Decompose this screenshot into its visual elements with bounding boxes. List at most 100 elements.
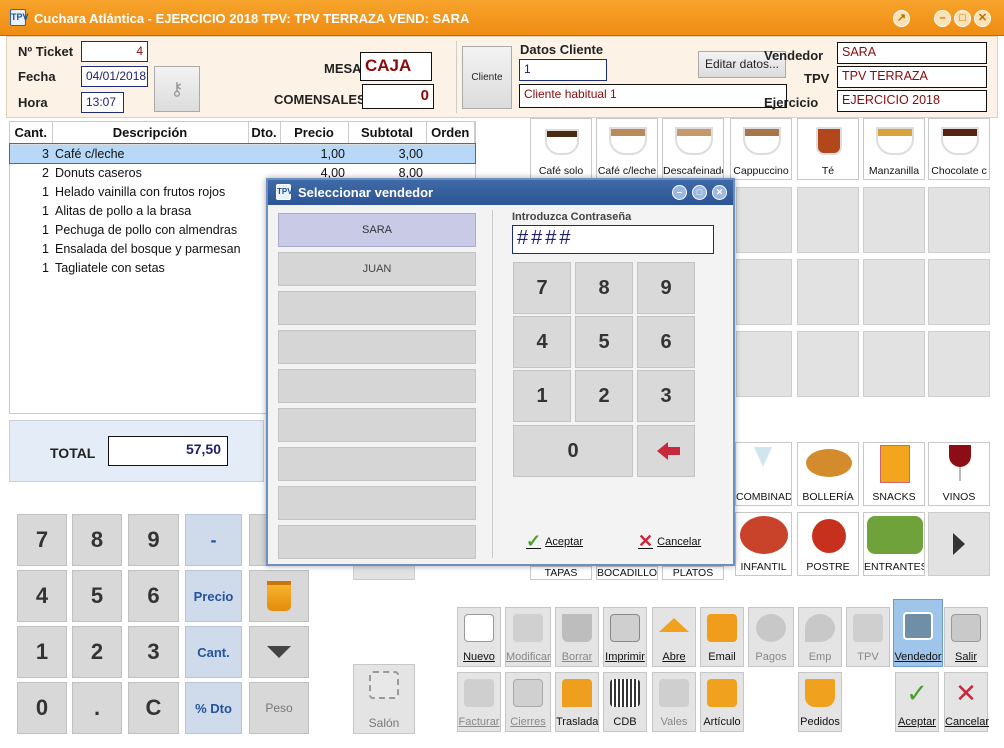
key-3[interactable]: 3 [128,626,179,678]
ticket-number-field[interactable]: 4 [81,41,148,62]
family-bocadillos[interactable]: BOCADILLOS [596,566,658,580]
col-subtotal[interactable]: Subtotal [348,122,427,145]
col-precio[interactable]: Precio [280,122,349,145]
key-2[interactable]: 2 [72,626,122,678]
product-te[interactable]: Té [797,118,859,180]
product-slot[interactable] [736,331,792,397]
dialog-close-button[interactable]: ✕ [712,185,727,200]
down-button[interactable] [249,626,309,678]
next-page-button[interactable] [928,512,990,576]
key-4[interactable]: 4 [17,570,67,622]
dialog-key-2[interactable]: 2 [575,370,633,422]
family-postre[interactable]: POSTRE [797,512,859,576]
cant-button[interactable]: Cant. [185,626,242,678]
email-button[interactable]: Email [700,607,744,667]
vendedor-field[interactable]: SARA [837,42,987,64]
salon-button[interactable]: Salón [353,664,415,734]
family-bolleria[interactable]: BOLLERÍA [797,442,859,506]
dialog-key-8[interactable]: 8 [575,262,633,314]
product-chocolate[interactable]: Chocolate c [928,118,990,180]
dialog-key-7[interactable]: 7 [513,262,571,314]
dialog-key-9[interactable]: 9 [637,262,695,314]
vendor-slot[interactable] [278,525,476,559]
key-1[interactable]: 1 [17,626,67,678]
emp-button[interactable]: Emp [798,607,842,667]
modificar-button[interactable]: Modificar [505,607,551,667]
cierres-button[interactable]: Cierres [505,672,551,732]
traslada-button[interactable]: Traslada [555,672,599,732]
key-7[interactable]: 7 [17,514,67,566]
comensales-field[interactable]: 0 [362,84,434,109]
aceptar-button[interactable]: ✓ Aceptar [895,672,939,732]
product-slot[interactable] [736,259,792,325]
pedidos-button[interactable]: Pedidos [798,672,842,732]
key-6[interactable]: 6 [128,570,179,622]
product-cafe-leche[interactable]: Café c/leche [596,118,658,180]
product-slot[interactable] [736,187,792,253]
backspace-button[interactable] [637,425,695,477]
vendor-juan[interactable]: JUAN [278,252,476,286]
col-cant[interactable]: Cant. [10,122,53,145]
key-decimal[interactable]: . [72,682,122,734]
col-orden[interactable]: Orden [426,122,475,145]
product-slot[interactable] [797,259,859,325]
restore-arrow-icon[interactable]: ↗ [893,10,910,27]
dto-button[interactable]: % Dto [185,682,242,734]
product-slot[interactable] [928,187,990,253]
key-minus[interactable]: - [185,514,242,566]
ejercicio-field[interactable]: EJERCICIO 2018 [837,90,987,112]
key-icon[interactable]: ⚷ [154,66,200,112]
col-dto[interactable]: Dto. [248,122,281,145]
table-row[interactable]: 3 Café c/leche 1,00 3,00 [9,143,476,164]
dialog-key-6[interactable]: 6 [637,316,695,368]
key-8[interactable]: 8 [72,514,122,566]
dialog-accept-button[interactable]: ✓ Aceptar [526,531,583,552]
family-infantil[interactable]: INFANTIL [735,512,792,576]
family-combinados[interactable]: COMBINADOS [735,442,792,506]
col-descripcion[interactable]: Descripción [52,122,249,145]
cancelar-button[interactable]: ✕ Cancelar [944,672,989,732]
peso-button[interactable]: Peso [249,682,309,734]
maximize-button[interactable]: □ [954,10,971,27]
dialog-key-1[interactable]: 1 [513,370,571,422]
product-manzanilla[interactable]: Manzanilla [863,118,925,180]
vendor-slot[interactable] [278,330,476,364]
product-slot[interactable] [863,187,925,253]
family-tapas[interactable]: TAPAS [530,566,592,580]
product-slot[interactable] [863,259,925,325]
key-5[interactable]: 5 [72,570,122,622]
product-cafe-solo[interactable]: Café solo [530,118,592,180]
close-button[interactable]: ✕ [974,10,991,27]
dialog-minimize-button[interactable]: – [672,185,687,200]
vendor-slot[interactable] [278,486,476,520]
abre-button[interactable]: Abre [652,607,696,667]
cdb-button[interactable]: CDB [603,672,647,732]
vendor-slot[interactable] [278,291,476,325]
password-field[interactable]: #### [512,225,714,254]
dialog-maximize-button[interactable]: □ [692,185,707,200]
articulo-button[interactable]: Artículo [700,672,744,732]
cliente-name-field[interactable]: Cliente habitual 1 [519,84,787,108]
imprimir-button[interactable]: Imprimir [603,607,647,667]
family-platos[interactable]: PLATOS [662,566,724,580]
vendor-slot[interactable] [278,408,476,442]
product-slot[interactable] [928,331,990,397]
dialog-cancel-button[interactable]: ✕ Cancelar [638,531,701,552]
product-slot[interactable] [863,331,925,397]
dialog-key-3[interactable]: 3 [637,370,695,422]
dialog-key-4[interactable]: 4 [513,316,571,368]
nuevo-button[interactable]: Nuevo [457,607,501,667]
fecha-field[interactable]: 04/01/2018 [81,66,148,87]
vendor-slot[interactable] [278,369,476,403]
key-clear[interactable]: C [128,682,179,734]
borrar-button[interactable]: Borrar [555,607,599,667]
product-cappuccino[interactable]: Cappuccino [730,118,792,180]
salir-button[interactable]: Salir [944,607,988,667]
dialog-key-0[interactable]: 0 [513,425,633,477]
trash-button[interactable] [249,570,309,622]
tpv-field[interactable]: TPV TERRAZA [837,66,987,88]
tpv-button[interactable]: TPV [846,607,890,667]
vales-button[interactable]: Vales [652,672,696,732]
key-0[interactable]: 0 [17,682,67,734]
pagos-button[interactable]: Pagos [748,607,794,667]
